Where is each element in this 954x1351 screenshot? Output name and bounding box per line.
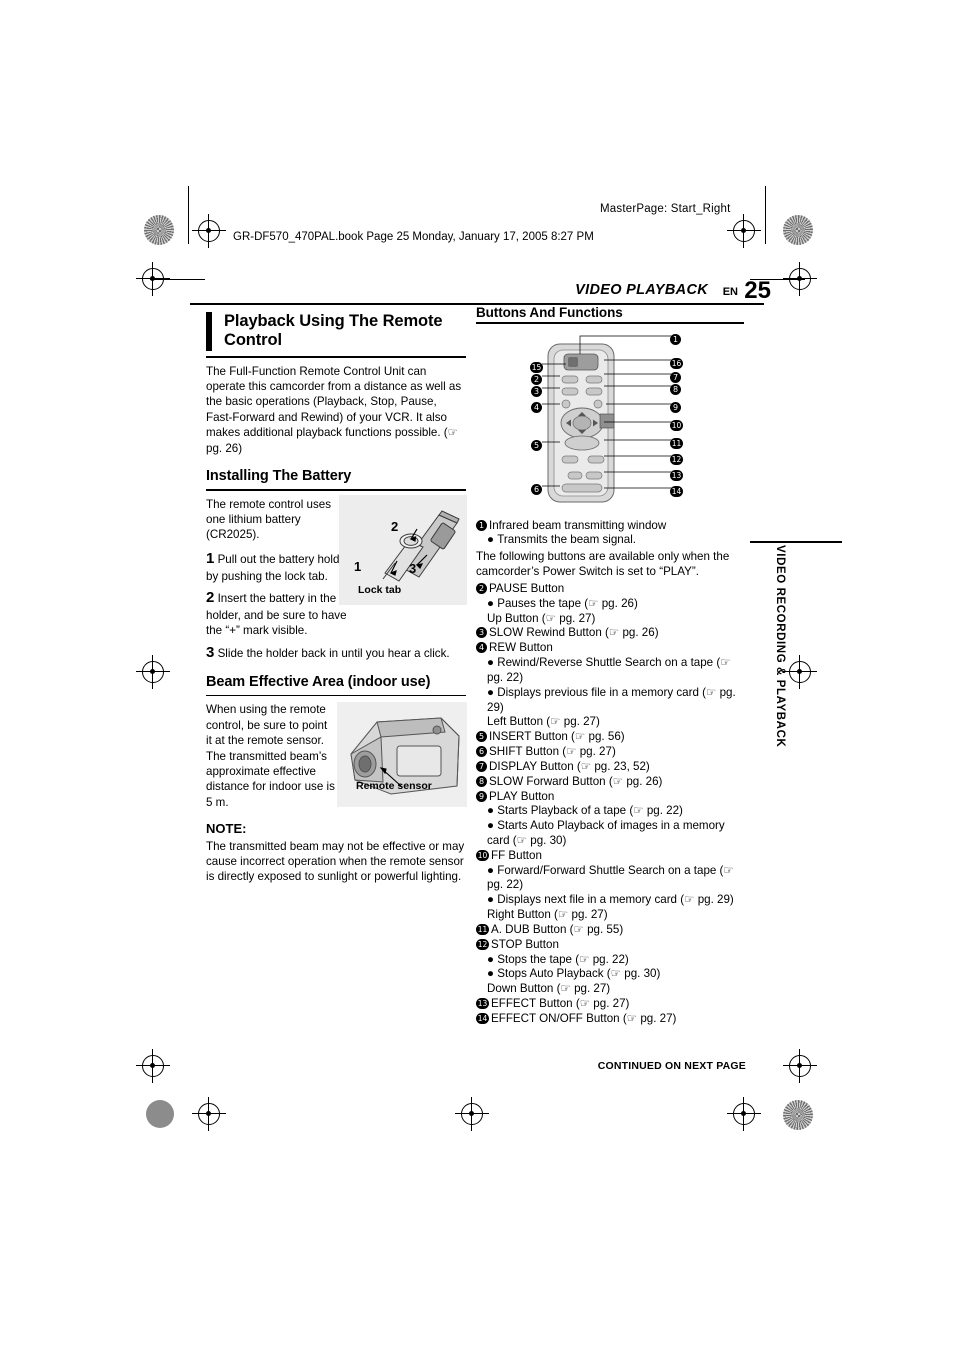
list-item-14: 14 EFFECT ON/OFF Button (☞ pg. 27) — [476, 1011, 677, 1025]
list-item-13: 13 EFFECT Button (☞ pg. 27) — [476, 997, 630, 1011]
battery-intro: The remote control uses one lithium batt… — [206, 497, 332, 542]
crop-line-top-left — [150, 279, 205, 280]
list-item-1-sub-1: ● Transmits the beam signal. — [487, 533, 636, 547]
list-item-10: 10 FF Button — [476, 848, 542, 862]
heading-beam-area: Beam Effective Area (indoor use) — [206, 673, 431, 690]
callout-10: 10 — [670, 419, 683, 431]
list-item-3: 3 SLOW Rewind Button (☞ pg. 26) — [476, 626, 744, 641]
step-2-number: 2 — [206, 589, 215, 607]
lock-tab-label: Lock tab — [358, 584, 402, 596]
list-item-6: 6 SHIFT Button (☞ pg. 27) — [476, 745, 744, 760]
list-item-12: 12 STOP Button — [476, 937, 559, 951]
battery-step-3: 3 Slide the holder back in until you hea… — [206, 643, 466, 663]
registration-mark-top-left — [192, 214, 226, 248]
halftone-dot-bottom-right — [783, 1100, 813, 1130]
registration-dot-top-left — [144, 215, 174, 245]
callout-14: 14 — [670, 485, 683, 497]
callout-6: 6 — [531, 480, 544, 498]
registration-mark-bottom-right — [783, 1049, 817, 1083]
running-head-title: VIDEO PLAYBACK — [575, 282, 708, 298]
heading-buttons-functions: Buttons And Functions — [476, 305, 623, 320]
crop-line-right — [765, 186, 766, 244]
button-function-list: 1 Infrared beam transmitting window ● Tra… — [476, 519, 744, 1027]
continued-notice: CONTINUED ON NEXT PAGE — [597, 1060, 746, 1072]
list-item-4-extra: Left Button (☞ pg. 27) — [487, 715, 600, 729]
beam-paragraph: When using the remote control, be sure t… — [206, 703, 335, 809]
remote-control-diagram: 1 16 7 8 9 10 11 12 13 14 15 2 3 4 5 6 — [476, 329, 744, 515]
right-column: Buttons And Functions 1 16 7 8 9 10 11 1… — [476, 305, 744, 1027]
list-item-12-sub-1: ● Stops the tape (☞ pg. 22) — [487, 952, 629, 966]
callout-7: 8 — [670, 380, 683, 398]
list-item-1: 1 Infrared beam transmitting window — [476, 519, 744, 534]
intro-paragraph: The Full-Function Remote Control Unit ca… — [206, 364, 462, 455]
callout-4: 4 — [531, 398, 544, 416]
title-rule — [206, 355, 466, 358]
list-item-4-sub-2: ● Displays previous file in a memory car… — [487, 685, 736, 714]
color-dot-bottom-left — [146, 1100, 174, 1128]
registration-mark-left-center — [136, 655, 170, 689]
list-item-11: 11 A. DUB Button (☞ pg. 55) — [476, 922, 624, 936]
battery-rule — [206, 488, 466, 491]
note-label: NOTE: — [206, 821, 247, 837]
list-item-10-extra: Right Button (☞ pg. 27) — [487, 908, 608, 922]
battery-label-1: 1 — [354, 559, 362, 574]
heading-installing-battery: Installing The Battery — [206, 467, 352, 484]
step-2-text: Insert the battery in the holder, and be… — [206, 592, 347, 638]
registration-mark-right-center — [783, 655, 817, 689]
list-item-10-sub-2: ● Displays next file in a memory card (☞… — [487, 893, 734, 907]
step-3-number: 3 — [206, 643, 215, 661]
battery-label-2: 2 — [391, 519, 399, 534]
list-item-2: 2 PAUSE Button — [476, 582, 744, 597]
list-item-10-sub-1: ● Forward/Forward Shuttle Search on a ta… — [487, 863, 734, 892]
list-item-2-extra: Up Button (☞ pg. 27) — [487, 611, 596, 625]
list-item-12-sub-2: ● Stops Auto Playback (☞ pg. 30) — [487, 967, 661, 981]
list-item-9: 9 PLAY Button — [476, 790, 744, 805]
step-3-text: Slide the holder back in until you hear … — [217, 646, 450, 660]
list-item-8: 8 SLOW Forward Button (☞ pg. 26) — [476, 775, 744, 790]
callout-1: 1 — [670, 330, 683, 348]
side-tab-rule — [750, 541, 842, 543]
registration-mark-foot-center — [455, 1097, 489, 1131]
note-text: The transmitted beam may not be effectiv… — [206, 839, 465, 884]
list-note: The following buttons are available only… — [476, 550, 730, 579]
callout-9: 9 — [670, 398, 683, 416]
page-title: Playback Using The Remote Control — [206, 312, 466, 351]
registration-mark-top-right — [727, 214, 761, 248]
list-item-4-sub-1: ● Rewind/Reverse Shuttle Search on a tap… — [487, 656, 731, 684]
page-number: 25 — [744, 277, 771, 304]
side-tab-label: VIDEO RECORDING & PLAYBACK — [774, 545, 786, 748]
registration-mark-foot-left — [192, 1097, 226, 1131]
step-1-number: 1 — [206, 549, 215, 567]
remote-sensor-label: Remote sensor — [356, 780, 432, 792]
masterpage-label: MasterPage: Start_Right — [600, 203, 731, 215]
book-file-line: GR-DF570_470PAL.book Page 25 Monday, Jan… — [233, 231, 594, 243]
buttons-rule — [476, 322, 744, 324]
list-item-12-extra: Down Button (☞ pg. 27) — [487, 982, 611, 996]
list-item-2-sub-1: ● Pauses the tape (☞ pg. 26) — [487, 596, 638, 610]
left-column: Playback Using The Remote Control The Fu… — [206, 312, 467, 885]
list-item-7: 7 DISPLAY Button (☞ pg. 23, 52) — [476, 760, 744, 775]
registration-mark-bottom-left — [136, 1049, 170, 1083]
registration-mark-foot-right — [727, 1097, 761, 1131]
list-item-5: 5 INSERT Button (☞ pg. 56) — [476, 730, 744, 745]
list-item-4: 4 REW Button — [476, 641, 744, 656]
registration-dot-top-right — [783, 215, 813, 245]
running-head-en: EN — [722, 286, 738, 298]
step-1-text: Pull out the battery holder by pushing t… — [206, 552, 350, 583]
battery-step-1: 1 Pull out the battery holder by pushing… — [206, 549, 356, 584]
crop-line-left — [188, 186, 189, 244]
beam-rule — [206, 694, 466, 697]
callout-5: 5 — [531, 436, 544, 454]
list-item-9-sub-2: ● Starts Auto Playback of images in a me… — [487, 819, 725, 847]
battery-step-2: 2 Insert the battery in the holder, and … — [206, 588, 356, 639]
list-item-9-sub-1: ● Starts Playback of a tape (☞ pg. 22) — [487, 804, 683, 818]
battery-label-3: 3 — [409, 561, 417, 576]
